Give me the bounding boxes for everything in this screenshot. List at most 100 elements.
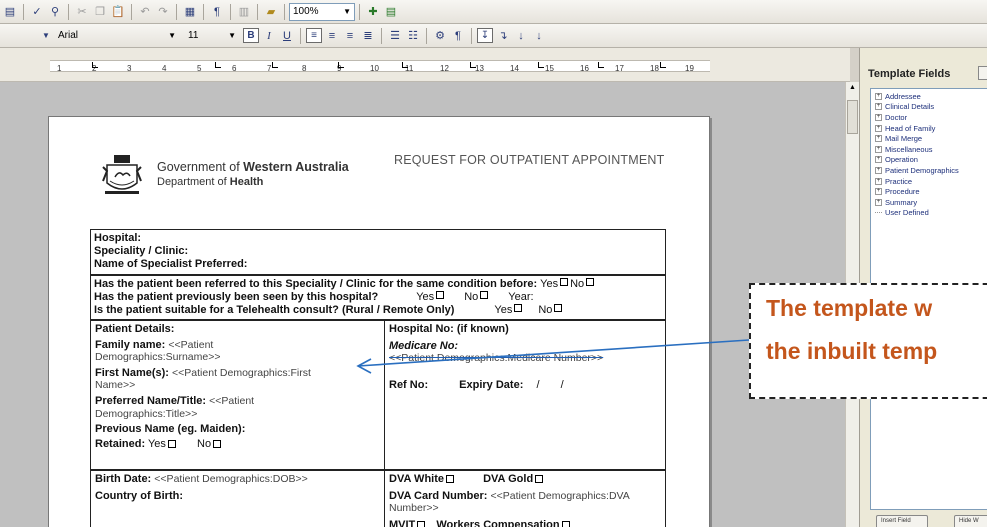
- outdent-icon[interactable]: ↓: [513, 27, 529, 45]
- hospital-section[interactable]: Hospital: Speciality / Clinic: Name of S…: [90, 229, 666, 275]
- tab-stop-marker[interactable]: [598, 62, 604, 68]
- expand-icon[interactable]: +: [875, 124, 882, 132]
- tree-item[interactable]: + Patient Demographics: [875, 165, 983, 176]
- tab-stop-marker[interactable]: [215, 62, 221, 68]
- tree-item[interactable]: + Mail Merge: [875, 133, 983, 144]
- hide-button[interactable]: Hide W: [954, 515, 987, 527]
- tab-stop-marker[interactable]: [92, 62, 98, 68]
- no-checkbox[interactable]: [554, 303, 563, 312]
- medicare-no-label: Medicare No:: [389, 339, 459, 352]
- numbered-list-icon[interactable]: ☰: [387, 27, 403, 45]
- undo-icon[interactable]: ↶: [137, 3, 153, 21]
- tree-item[interactable]: + Practice: [875, 176, 983, 187]
- insert-field-button[interactable]: Insert Field: [876, 515, 928, 527]
- yes-checkbox[interactable]: [514, 303, 523, 312]
- yes-checkbox[interactable]: [167, 439, 176, 448]
- referral-section[interactable]: Has the patient been referred to this Sp…: [90, 275, 666, 320]
- tab-down-icon[interactable]: ↧: [477, 28, 493, 43]
- style-dropdown-icon[interactable]: ▼: [38, 27, 54, 45]
- print-icon[interactable]: ▤: [2, 3, 18, 21]
- expand-icon[interactable]: +: [875, 177, 882, 185]
- insert-field-icon[interactable]: ✚: [365, 3, 381, 21]
- tab-stop-marker[interactable]: [538, 62, 544, 68]
- expand-icon[interactable]: +: [875, 156, 882, 164]
- patient-details-section[interactable]: Patient Details: Family name: <<Patient …: [90, 320, 666, 470]
- tree-item[interactable]: + Addressee: [875, 91, 983, 102]
- indent-icon[interactable]: ↴: [495, 27, 511, 45]
- panel-options-button[interactable]: [978, 66, 987, 80]
- open-folder-icon[interactable]: ▰: [263, 3, 279, 21]
- tab-stop-marker[interactable]: [272, 62, 278, 68]
- toolbar-separator: [284, 3, 285, 20]
- bullet-list-icon[interactable]: ☷: [405, 27, 421, 45]
- paragraph-format-icon[interactable]: ¶: [450, 27, 466, 45]
- tree-item[interactable]: + Head of Family: [875, 123, 983, 134]
- family-name-field[interactable]: Family name: <<Patient Demographics:Surn…: [95, 339, 380, 364]
- dva-white-checkbox[interactable]: [446, 475, 454, 484]
- align-right-icon[interactable]: ≡: [342, 27, 358, 45]
- first-name-field[interactable]: First Name(s): <<Patient Demographics:Fi…: [95, 367, 380, 392]
- no-checkbox[interactable]: [480, 290, 489, 299]
- expand-icon[interactable]: +: [875, 135, 882, 143]
- cut-icon[interactable]: ✂: [74, 3, 90, 21]
- dva-card-field[interactable]: DVA Card Number: <<Patient Demographics:…: [389, 490, 663, 515]
- justify-icon[interactable]: ≣: [360, 27, 376, 45]
- tree-item[interactable]: + Doctor: [875, 112, 983, 123]
- bold-button[interactable]: B: [243, 28, 259, 43]
- ruler-tick: 7: [267, 64, 272, 73]
- font-size-select[interactable]: 11 ▼: [185, 27, 239, 45]
- align-left-icon[interactable]: ≡: [306, 28, 322, 43]
- no-checkbox[interactable]: [586, 278, 595, 286]
- tab-stop-marker[interactable]: [338, 62, 344, 68]
- zoom-select[interactable]: 100% ▼: [289, 2, 355, 21]
- expand-icon[interactable]: +: [875, 113, 882, 121]
- tree-item[interactable]: + Procedure: [875, 186, 983, 197]
- tree-item[interactable]: + Miscellaneous: [875, 144, 983, 155]
- yes-checkbox[interactable]: [436, 290, 445, 299]
- expand-icon[interactable]: +: [875, 145, 882, 153]
- expand-icon[interactable]: +: [875, 166, 882, 174]
- dept-prefix: Department of: [157, 176, 230, 188]
- toolbar-separator: [23, 3, 24, 20]
- birth-date-field[interactable]: Birth Date: <<Patient Demographics:DOB>>: [95, 473, 380, 486]
- preferred-name-field[interactable]: Preferred Name/Title: <<Patient Demograp…: [95, 395, 380, 420]
- tree-item[interactable]: + Operation: [875, 155, 983, 166]
- tree-item[interactable]: + Clinical Details: [875, 102, 983, 113]
- align-center-icon[interactable]: ≡: [324, 27, 340, 45]
- redo-icon[interactable]: ↷: [155, 3, 171, 21]
- document-area[interactable]: Government of Western Australia Departme…: [0, 82, 845, 527]
- right-indent-marker[interactable]: [660, 62, 666, 68]
- yes-label: Yes: [147, 437, 166, 450]
- no-checkbox[interactable]: [213, 439, 222, 448]
- spellcheck-icon[interactable]: ✓: [29, 3, 45, 21]
- ruler[interactable]: 1 2 3 4 5 6 7 8 9 10 11 12 13 14 15 16 1…: [0, 48, 850, 82]
- copy-icon[interactable]: ❐: [92, 3, 108, 21]
- tab-stop-marker[interactable]: [402, 62, 408, 68]
- tab-stop-marker[interactable]: [470, 62, 476, 68]
- columns-icon[interactable]: ▥: [236, 3, 252, 21]
- birth-dva-section[interactable]: Birth Date: <<Patient Demographics:DOB>>…: [90, 470, 666, 527]
- tree-item[interactable]: User Defined: [875, 208, 983, 219]
- underline-button[interactable]: U: [279, 27, 295, 45]
- expand-icon[interactable]: +: [875, 188, 882, 196]
- italic-button[interactable]: I: [261, 27, 277, 45]
- document-page[interactable]: Government of Western Australia Departme…: [48, 116, 710, 527]
- scroll-up-icon[interactable]: ▲: [849, 84, 856, 91]
- find-icon[interactable]: ⚲: [47, 3, 63, 21]
- expand-icon[interactable]: +: [875, 92, 882, 100]
- workers-comp-checkbox[interactable]: [561, 520, 570, 527]
- tree-item[interactable]: + Summary: [875, 197, 983, 208]
- yes-checkbox[interactable]: [560, 278, 569, 286]
- mvit-checkbox[interactable]: [417, 520, 426, 527]
- highlight-icon[interactable]: ⚙: [432, 27, 448, 45]
- expand-icon[interactable]: +: [875, 103, 882, 111]
- font-select[interactable]: Arial ▼: [55, 27, 179, 45]
- table-icon[interactable]: ▦: [182, 3, 198, 21]
- expand-icon[interactable]: +: [875, 198, 882, 206]
- paste-icon[interactable]: 📋: [110, 3, 126, 21]
- dva-gold-checkbox[interactable]: [535, 475, 544, 484]
- line-down-icon[interactable]: ↓: [531, 27, 547, 45]
- form-icon[interactable]: ▤: [383, 3, 399, 21]
- scrollbar-thumb[interactable]: [847, 100, 858, 134]
- pilcrow-icon[interactable]: ¶: [209, 3, 225, 21]
